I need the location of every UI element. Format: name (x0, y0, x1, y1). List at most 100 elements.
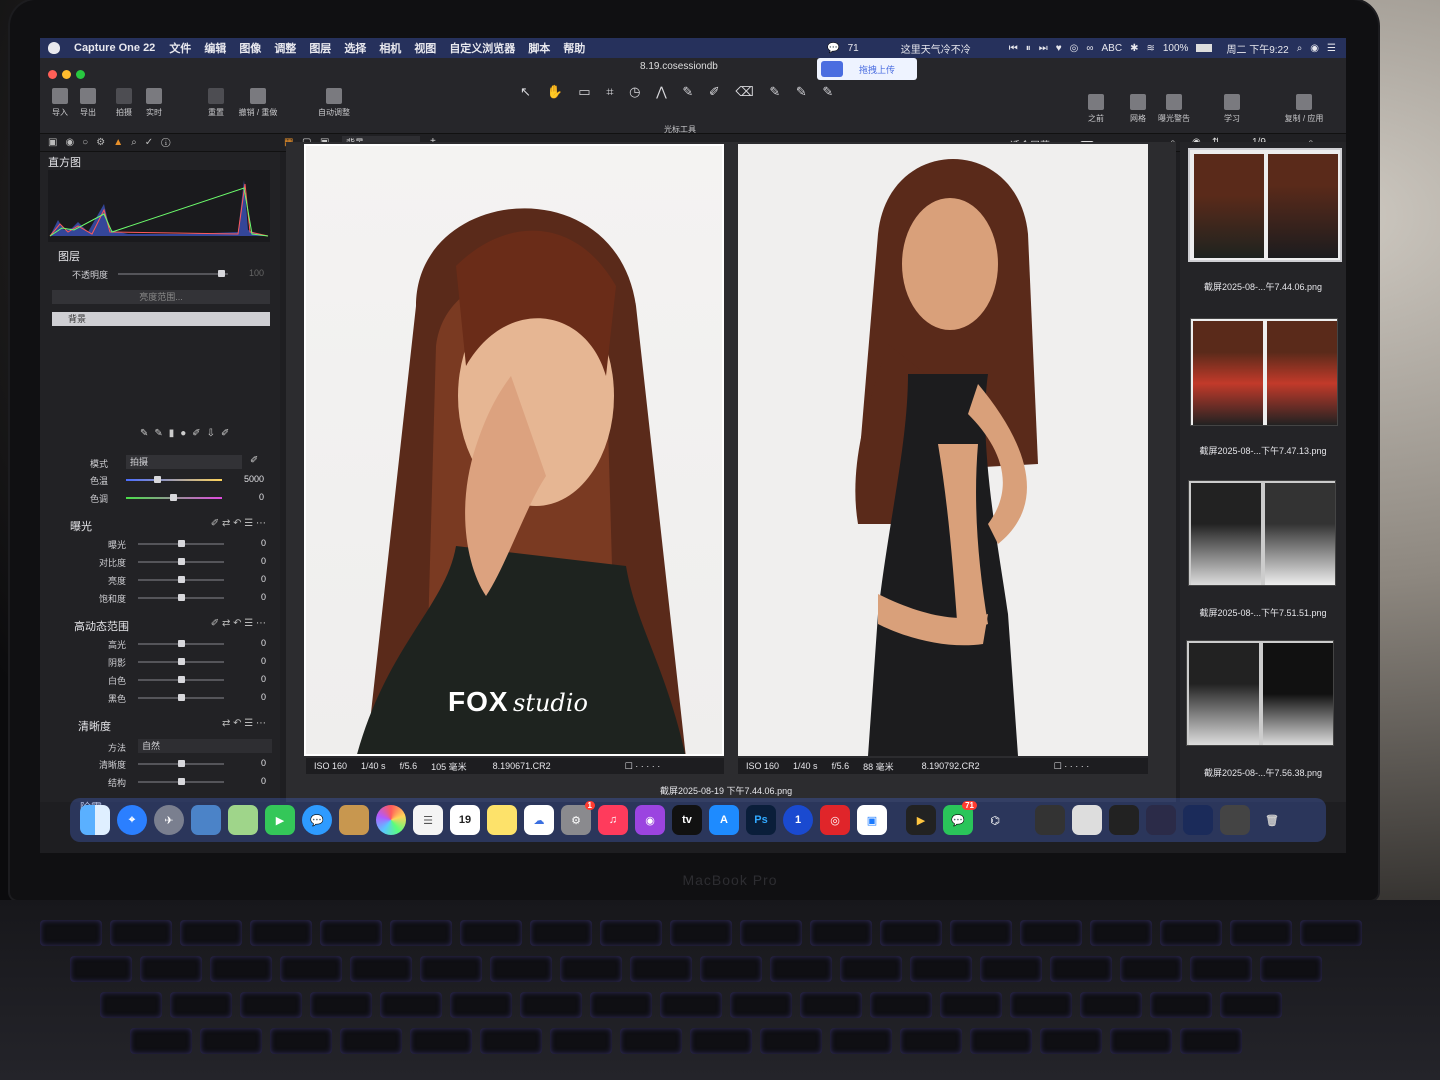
menu-script[interactable]: 脚本 (528, 40, 550, 56)
clarity-slider-1[interactable] (138, 778, 224, 785)
luma-range-button[interactable]: 亮度范围... (52, 290, 270, 304)
undo-redo-button[interactable]: 撤销 / 重做 (234, 88, 282, 118)
bluetooth-icon[interactable]: ✱ (1130, 43, 1138, 54)
link-icon[interactable]: ∞ (1086, 43, 1093, 54)
recent-window-3-icon[interactable] (1109, 805, 1139, 835)
menu-help[interactable]: 帮助 (563, 40, 585, 56)
weather-text[interactable]: 这里天气冷不冷 (901, 41, 971, 56)
minimize-window-button[interactable] (62, 70, 71, 79)
opacity-slider[interactable] (118, 270, 228, 277)
datetime[interactable]: 周二 下午9:22 (1226, 41, 1288, 56)
hdr-slider-1[interactable] (138, 658, 224, 665)
thumbnail-2[interactable] (1190, 318, 1338, 426)
left-rating-checkbox[interactable]: ☐ · · · · · (625, 761, 661, 772)
music-icon[interactable]: ♫ (598, 805, 628, 835)
dingtalk-icon[interactable]: ▣ (857, 805, 887, 835)
hdr-value-0[interactable]: 0 (236, 638, 266, 648)
exposure-value-3[interactable]: 0 (236, 592, 266, 602)
prev-track-icon[interactable]: ⏮ (1009, 43, 1018, 54)
pause-icon[interactable]: ⏸ (1026, 43, 1031, 54)
wb-temp-slider[interactable] (126, 476, 222, 483)
launchpad-icon[interactable]: ✈ (154, 805, 184, 835)
eyedropper-icon[interactable]: ✐ (250, 455, 258, 466)
wb-mode-select[interactable]: 拍摄 (126, 455, 242, 469)
battery-icon[interactable] (1196, 44, 1213, 52)
right-rating-checkbox[interactable]: ☐ · · · · · (1054, 761, 1090, 772)
airdrop-icon[interactable]: ⌬ (980, 805, 1010, 835)
hdr-slider-2[interactable] (138, 676, 224, 683)
exposure-header-icons[interactable]: ✐ ⇄ ↶ ☰ ⋯ (211, 518, 266, 529)
recent-window-4-icon[interactable] (1146, 805, 1176, 835)
cursor-tool-icons[interactable]: ↖ ✋ ▭ ⌗ ◷ ⋀ ✎ ✐ ⌫ ✎ ✎ ✎ (520, 84, 839, 100)
photoshop-icon[interactable]: Ps (746, 805, 776, 835)
exposure-slider-0[interactable] (138, 540, 224, 547)
recent-window-1-icon[interactable] (1035, 805, 1065, 835)
live-button[interactable]: 实时 (142, 88, 166, 118)
finder-icon[interactable] (80, 805, 110, 835)
spotlight-icon[interactable]: ⌕ (1297, 43, 1303, 54)
thumbnail-4[interactable] (1186, 640, 1334, 746)
control-center-icon[interactable]: ☰ (1327, 43, 1336, 54)
layer-brush-icons[interactable]: ✎✎▮●✐⇩✐ (140, 428, 235, 439)
exposure-value-2[interactable]: 0 (236, 574, 266, 584)
netease-music-icon[interactable]: ◎ (820, 805, 850, 835)
export-button[interactable]: 导出 (76, 88, 100, 118)
maps-icon[interactable] (228, 805, 258, 835)
thumbnail-3[interactable] (1188, 480, 1336, 586)
clarity-slider-0[interactable] (138, 760, 224, 767)
hdr-header-icons[interactable]: ✐ ⇄ ↶ ☰ ⋯ (211, 618, 266, 629)
wb-tint-slider[interactable] (126, 494, 222, 501)
exposure-value-0[interactable]: 0 (236, 538, 266, 548)
menu-custom-browser[interactable]: 自定义浏览器 (449, 40, 515, 56)
auto-adjust-button[interactable]: 自动调整 (312, 88, 356, 118)
preview-icon[interactable] (191, 805, 221, 835)
capture-button[interactable]: 拍摄 (112, 88, 136, 118)
safari-icon[interactable]: ⌖ (117, 805, 147, 835)
hdr-value-2[interactable]: 0 (236, 674, 266, 684)
reminders-icon[interactable]: ☰ (413, 805, 443, 835)
status-circle-icon[interactable]: ◎ (1070, 43, 1079, 54)
layers-header[interactable]: 图层 (58, 248, 80, 264)
siri-icon[interactable]: ◉ (1310, 43, 1319, 54)
recent-window-6-icon[interactable] (1220, 805, 1250, 835)
clarity-method-select[interactable]: 自然 (138, 739, 272, 753)
menu-adjust[interactable]: 调整 (274, 40, 296, 56)
menu-file[interactable]: 文件 (169, 40, 191, 56)
menu-app-name[interactable]: Capture One 22 (74, 42, 155, 54)
menu-image[interactable]: 图像 (239, 40, 261, 56)
menu-camera[interactable]: 相机 (379, 40, 401, 56)
exposure-value-1[interactable]: 0 (236, 556, 266, 566)
final-cut-icon[interactable]: ▶ (906, 805, 936, 835)
exposure-warning-button[interactable]: 曝光警告 (1154, 94, 1194, 124)
heart-icon[interactable]: ♥ (1056, 43, 1062, 54)
clarity-header[interactable]: 清晰度 (78, 718, 111, 734)
photo-full-body[interactable] (738, 144, 1148, 756)
recent-window-5-icon[interactable] (1183, 805, 1213, 835)
upload-chip[interactable]: 拖拽上传 (817, 58, 917, 80)
app-store-icon[interactable]: A (709, 805, 739, 835)
recent-window-2-icon[interactable] (1072, 805, 1102, 835)
exposure-header[interactable]: 曝光 (70, 518, 92, 534)
thumbnail-1[interactable] (1188, 148, 1342, 262)
hdr-header[interactable]: 高动态范围 (74, 618, 129, 634)
calendar-icon[interactable]: 19 (450, 805, 480, 835)
grid-button[interactable]: 网格 (1126, 94, 1150, 124)
contacts-icon[interactable] (339, 805, 369, 835)
exposure-slider-1[interactable] (138, 558, 224, 565)
wechat-icon[interactable]: 💬 71 (943, 801, 977, 835)
menu-select[interactable]: 选择 (344, 40, 366, 56)
input-method[interactable]: ABC (1102, 43, 1123, 54)
wb-temp-value[interactable]: 5000 (234, 474, 264, 484)
zoom-window-button[interactable] (76, 70, 85, 79)
system-settings-icon[interactable]: ⚙ 1 (561, 801, 595, 835)
copy-apply-button[interactable]: 复制 / 应用 (1278, 94, 1330, 124)
clarity-value-1[interactable]: 0 (236, 776, 266, 786)
messages-icon[interactable]: 💬 (302, 805, 332, 835)
reset-button[interactable]: 重置 (204, 88, 228, 118)
apple-tv-icon[interactable]: tv (672, 805, 702, 835)
opacity-value[interactable]: 100 (234, 268, 264, 278)
photo-portrait-closeup[interactable]: FOX studio (304, 144, 724, 756)
hdr-slider-0[interactable] (138, 640, 224, 647)
menu-view[interactable]: 视图 (414, 40, 436, 56)
trash-icon[interactable]: 🗑 (1257, 805, 1287, 835)
